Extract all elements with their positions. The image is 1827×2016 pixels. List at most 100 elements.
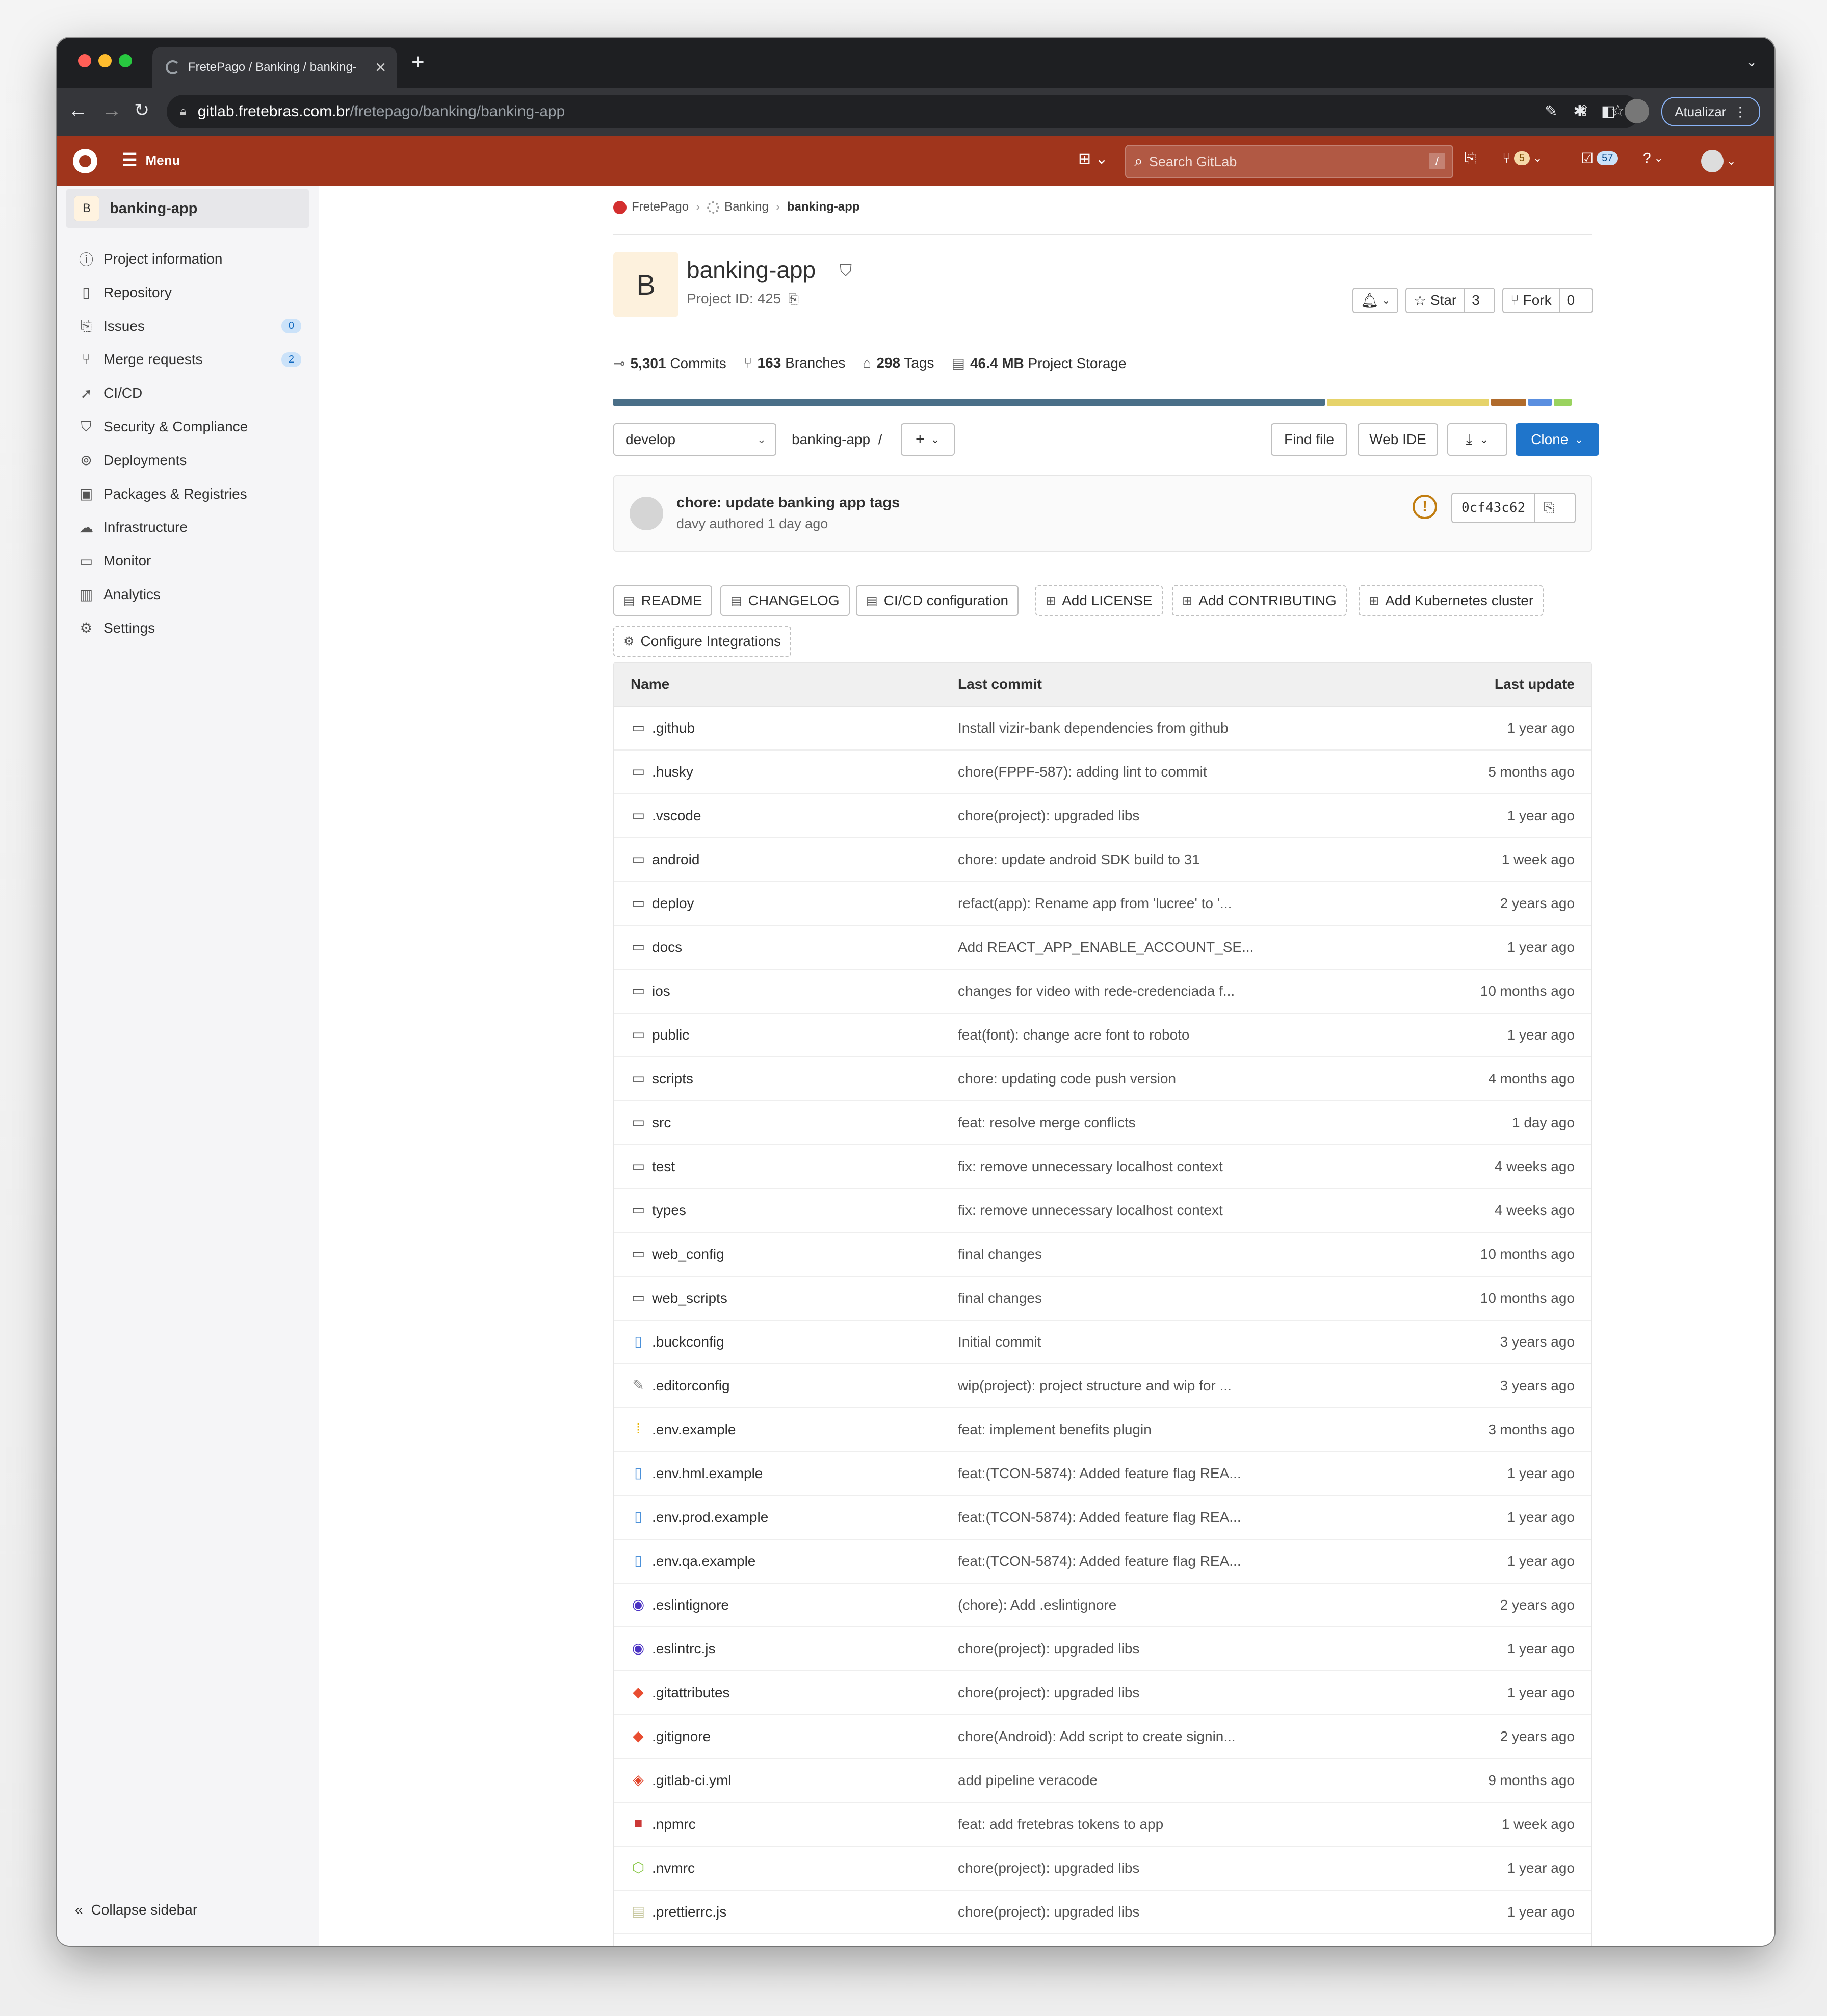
sidebar-item-infrastructure[interactable]: ☁ Infrastructure [77,512,317,542]
table-row[interactable]: ▭ ios changes for video with rede-credenci… [614,970,1591,1014]
last-commit-link[interactable]: feat: implement benefits plugin [958,1421,1152,1438]
file-name-link[interactable]: android [652,851,699,868]
last-commit-link[interactable]: chore(FPPF-587): adding lint to commit [958,764,1207,780]
file-name-link[interactable]: .env.hml.example [652,1465,763,1482]
last-commit-link[interactable]: changes for video with rede-credenciada … [958,983,1235,999]
last-commit-link[interactable]: refact(app): Rename app from 'lucree' to… [958,895,1232,912]
new-tab-button[interactable]: + [411,51,425,73]
search-input[interactable]: ⌕ Search GitLab / [1125,145,1453,178]
last-commit-link[interactable]: chore(project): upgraded libs [958,1641,1139,1657]
file-name-link[interactable]: docs [652,939,682,955]
last-commit-link[interactable]: Add REACT_APP_ENABLE_ACCOUNT_SE... [958,939,1254,955]
quick-link-changelog[interactable]: ▤ CHANGELOG [720,585,850,616]
last-commit-link[interactable]: feat: resolve merge conflicts [958,1115,1136,1131]
reload-icon[interactable]: ↻ [134,99,149,121]
file-name-link[interactable]: web_config [652,1246,724,1262]
language-segment[interactable] [613,399,1325,406]
table-row[interactable]: ■ .npmrc feat: add fretebras tokens to app… [614,1803,1591,1847]
table-row[interactable]: ▤ .prettierrc.js chore(project): upgraded … [614,1891,1591,1934]
tags-link[interactable]: ⌂ 298 Tags [863,355,934,372]
sidebar-toggle-icon[interactable]: ◧ [1596,99,1621,123]
table-row[interactable]: ▭ web_config final changes 10 months ago [614,1233,1591,1277]
table-row[interactable]: ▭ src feat: resolve merge conflicts 1 day a… [614,1101,1591,1145]
file-name-link[interactable]: .editorconfig [652,1378,730,1394]
table-row[interactable]: ▭ .vscode chore(project): upgraded libs 1 y… [614,794,1591,838]
table-row[interactable]: ▯ .env.hml.example feat:(TCON-5874): Added… [614,1452,1591,1496]
table-row[interactable]: ▯ .env.qa.example feat:(TCON-5874): Added … [614,1540,1591,1584]
table-row[interactable]: ⁞ .env.example feat: implement benefits pl… [614,1408,1591,1452]
table-row[interactable]: ▭ docs Add REACT_APP_ENABLE_ACCOUNT_SE... 1… [614,926,1591,970]
file-name-link[interactable]: .husky [652,764,693,780]
last-commit-link[interactable]: chore(project): upgraded libs [958,1685,1139,1701]
table-row[interactable]: ◆ .gitattributes chore(project): upgraded … [614,1671,1591,1715]
file-name-link[interactable]: .nvmrc [652,1860,695,1876]
quick-link-ci-cd-configuration[interactable]: ▤ CI/CD configuration [856,585,1019,616]
file-name-link[interactable]: .gitattributes [652,1685,730,1701]
breadcrumb-group[interactable]: FretePago [613,200,689,214]
file-name-link[interactable]: .prettierrc.js [652,1904,726,1920]
commit-author-avatar[interactable] [630,497,663,530]
file-name-link[interactable]: .gitlab-ci.yml [652,1772,732,1789]
sidebar-item-merge-requests[interactable]: ⑂ Merge requests 2 [77,344,317,375]
file-name-link[interactable]: .eslintrc.js [652,1641,715,1657]
table-row[interactable]: ▭ .husky chore(FPPF-587): adding lint to c… [614,751,1591,794]
collapse-sidebar-button[interactable]: « Collapse sidebar [75,1902,197,1918]
file-name-link[interactable]: .buckconfig [652,1334,724,1350]
download-dropdown[interactable]: ⤓ ⌄ [1447,423,1507,456]
close-window-button[interactable] [78,54,91,67]
language-segment[interactable] [1491,399,1527,406]
merge-requests-header-button[interactable]: ⑂ 5 ⌄ [1502,150,1542,166]
last-commit-link[interactable]: chore(project): upgraded libs [958,1860,1139,1876]
sidebar-item-deployments[interactable]: ⊚ Deployments [77,445,317,476]
minimize-window-button[interactable] [98,54,112,67]
todos-header-button[interactable]: ☑ 57 [1581,150,1619,167]
puzzle-extension-icon[interactable]: ✱ [1568,99,1592,123]
last-commit-link[interactable]: add pipeline veracode [958,1772,1098,1789]
file-name-link[interactable]: web_scripts [652,1290,727,1306]
sidebar-item-packages-registries[interactable]: ▣ Packages & Registries [77,479,317,509]
last-commit-link[interactable]: chore(Android): Add script to create sig… [958,1728,1236,1745]
browser-tab-active[interactable]: FretePago / Banking / banking- ✕ [152,47,397,88]
sidebar-item-project-information[interactable]: ⓘ Project information [77,244,317,274]
file-name-link[interactable]: deploy [652,895,694,912]
last-commit-link[interactable]: feat:(TCON-5874): Added feature flag REA… [958,1553,1241,1569]
sidebar-item-analytics[interactable]: ▥ Analytics [77,579,317,610]
last-commit-link[interactable]: fix: remove unnecessary localhost contex… [958,1202,1223,1219]
pipeline-warning-icon[interactable]: ! [1413,495,1437,519]
pen-extension-icon[interactable]: ✎ [1539,99,1563,123]
web-ide-button[interactable]: Web IDE [1358,423,1438,456]
quick-link-add-kubernetes-cluster[interactable]: ⊞ Add Kubernetes cluster [1359,585,1544,616]
repository-path-name[interactable]: banking-app [792,431,870,447]
last-commit-link[interactable]: feat(font): change acre font to roboto [958,1027,1190,1043]
tab-search-chevron-icon[interactable]: ⌄ [1746,54,1757,70]
file-name-link[interactable]: scripts [652,1071,693,1087]
last-commit-link[interactable]: final changes [958,1246,1042,1262]
add-to-tree-dropdown[interactable]: + ⌄ [901,423,955,456]
commit-title[interactable]: chore: update banking app tags [676,495,900,511]
file-name-link[interactable]: .vscode [652,808,701,824]
sidebar-item-settings[interactable]: ⚙ Settings [77,613,317,643]
file-name-link[interactable]: .npmrc [652,1816,696,1832]
branch-selector[interactable]: develop ⌄ [613,423,776,456]
last-commit-link[interactable]: chore(project): upgraded libs [958,808,1139,824]
create-new-button[interactable]: ⊞ ⌄ [1078,150,1108,168]
language-segment[interactable] [1528,399,1552,406]
language-segment[interactable] [1554,399,1572,406]
sidebar-item-ci-cd[interactable]: ➚ CI/CD [77,378,317,408]
clone-button[interactable]: Clone ⌄ [1516,423,1599,456]
table-row[interactable]: ▭ scripts chore: updating code push versio… [614,1057,1591,1101]
file-name-link[interactable]: public [652,1027,689,1043]
last-commit-link[interactable]: Initial commit [958,1334,1041,1350]
file-name-link[interactable]: .github [652,720,695,736]
last-commit-link[interactable]: Install vizir-bank dependencies from git… [958,720,1229,736]
user-menu-button[interactable]: ⌄ [1701,150,1736,172]
table-row[interactable]: ▭ public feat(font): change acre font to r… [614,1014,1591,1057]
table-row[interactable]: ▯ .env.prod.example feat:(TCON-5874): Adde… [614,1496,1591,1540]
gitlab-logo-icon[interactable] [73,149,97,173]
sidebar-item-issues[interactable]: ⎘ Issues 0 [77,311,317,342]
quick-link-configure-integrations[interactable]: ⚙ Configure Integrations [613,626,792,657]
file-name-link[interactable]: .env.example [652,1421,736,1438]
commit-sha[interactable]: 0cf43c62 [1452,494,1536,522]
table-row[interactable]: ▭ deploy refact(app): Rename app from 'luc… [614,882,1591,926]
close-tab-icon[interactable]: ✕ [375,59,386,76]
